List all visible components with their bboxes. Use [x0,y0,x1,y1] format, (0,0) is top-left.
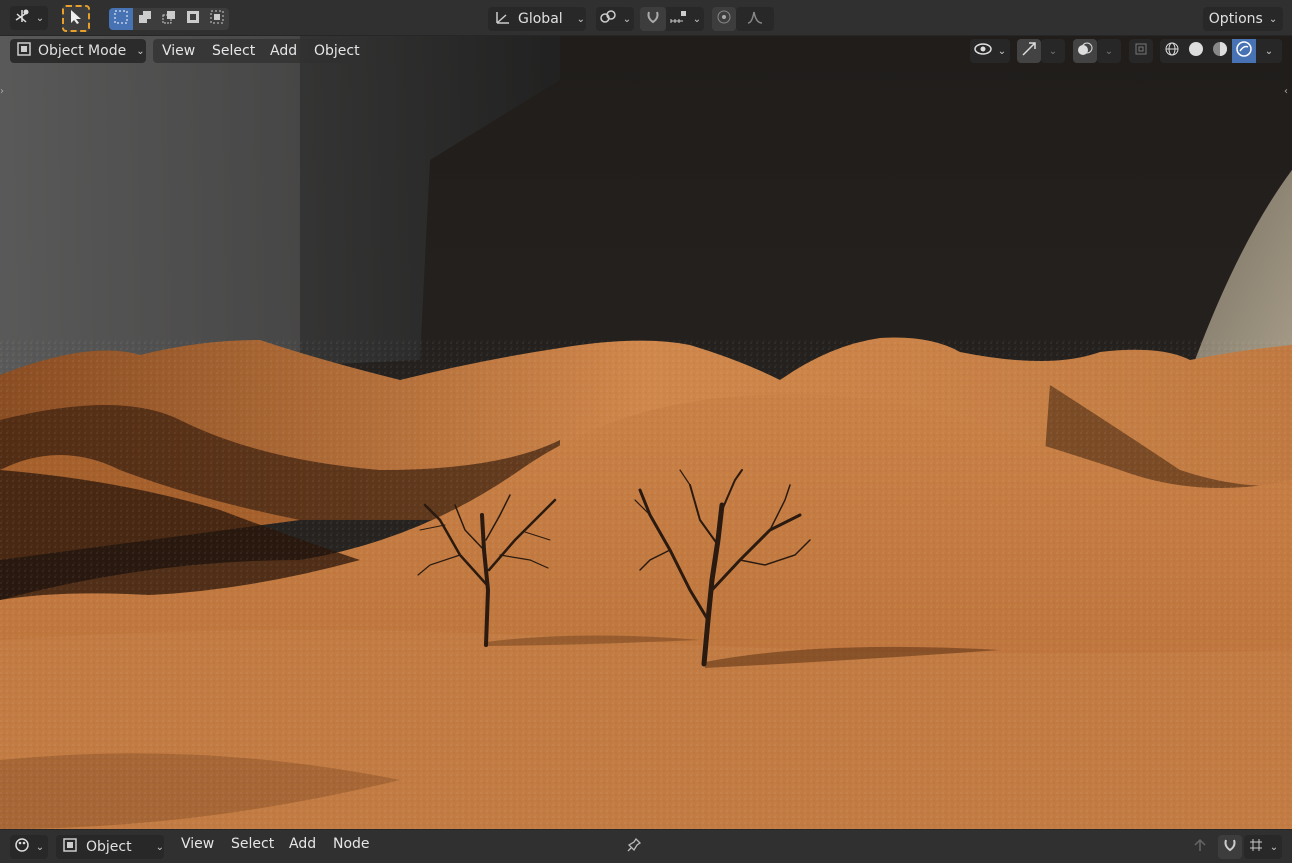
chevron-down-icon: ⌄ [1268,13,1278,25]
parent-node-tree-button[interactable] [1188,835,1212,859]
options-label: Options [1208,11,1263,27]
chevron-down-icon: ⌄ [622,13,632,25]
selection-extend-icon [137,9,153,29]
select-tool-button[interactable] [62,5,90,32]
chevron-down-icon: ⌄ [155,841,164,853]
chevron-down-icon: ⌄ [1269,841,1279,853]
chevron-down-icon: ⌄ [35,12,45,24]
options-dropdown[interactable]: Options ⌄ [1203,7,1283,31]
overlays-toggle[interactable] [1073,39,1097,63]
magnet-icon [1222,837,1238,857]
xray-toggle[interactable] [1129,39,1153,63]
shading-solid-button[interactable] [1184,39,1208,63]
select-intersect-button[interactable] [205,8,229,30]
select-invert-button[interactable] [181,8,205,30]
object-mode-icon [16,41,32,61]
menu-select[interactable]: Select [225,833,280,855]
proportional-edit-icon [716,9,732,29]
mode-label: Object Mode [38,43,127,59]
chevron-down-icon: ⌄ [692,13,702,25]
gizmo-toggle[interactable] [1017,39,1041,63]
editor-type-dropdown[interactable]: ⌄ [10,835,48,859]
transform-orientation-label: Global [518,11,563,27]
select-new-button[interactable] [109,8,133,30]
wireframe-icon [1164,41,1180,61]
visibility-dropdown[interactable]: ⌄ [970,39,1010,63]
overlays-dropdown[interactable]: ⌄ [1097,39,1121,63]
falloff-curve-icon [746,9,764,29]
shader-editor-icon [14,837,30,857]
magnet-icon [645,9,661,29]
menu-view[interactable]: View [154,39,203,63]
transform-gizmo-icon [14,8,30,28]
shading-wireframe-button[interactable] [1160,39,1184,63]
shading-rendered-button[interactable] [1232,39,1256,63]
select-extend-button[interactable] [133,8,157,30]
selection-intersect-icon [209,9,225,29]
cursor-arrow-icon [69,9,83,29]
orientation-icon [494,9,512,29]
snap-increment-icon [669,9,687,29]
chevron-down-icon: ⌄ [1048,45,1058,57]
tool-header: ⌄ Global ⌄ ⌄ ⌄ Options ⌄ [0,0,1292,36]
menu-add[interactable]: Add [262,39,305,63]
pin-toggle[interactable] [622,835,646,859]
gizmo-icon [1021,41,1037,61]
pivot-point-icon [599,9,617,29]
arrow-up-icon [1192,837,1208,857]
snap-target-dropdown[interactable]: ⌄ [666,7,704,31]
gizmo-dropdown[interactable]: ⌄ [1041,39,1065,63]
select-subtract-button[interactable] [157,8,181,30]
proportional-edit-toggle[interactable] [712,7,736,31]
proportional-falloff-dropdown[interactable] [736,7,774,31]
eye-icon [974,42,992,60]
pin-icon [626,837,642,857]
menu-add[interactable]: Add [283,833,322,855]
shading-dropdown[interactable]: ⌄ [1256,39,1282,63]
snap-toggle[interactable] [1218,835,1242,859]
menu-object[interactable]: Object [306,39,368,63]
editor-type-dropdown[interactable]: ⌄ [10,6,48,30]
xray-icon [1133,41,1149,61]
snap-element-dropdown[interactable]: ⌄ [1244,835,1282,859]
shader-type-label: Object [86,839,132,855]
rendered-icon [1236,41,1252,61]
viewport-render [0,36,1292,829]
shader-type-dropdown[interactable]: Object ⌄ [56,835,164,859]
solid-icon [1188,41,1204,61]
selection-subtract-icon [161,9,177,29]
chevron-down-icon: ⌄ [997,45,1007,57]
pivot-point-dropdown[interactable]: ⌄ [596,7,634,31]
chevron-down-icon: ⌄ [576,13,586,25]
mode-dropdown[interactable]: Object Mode ⌄ [10,39,146,63]
transform-orientation-dropdown[interactable]: Global ⌄ [488,7,586,31]
chevron-down-icon: ⌄ [136,45,145,57]
menu-node[interactable]: Node [327,833,376,855]
overlays-icon [1077,41,1093,61]
sidebar-toggle-arrow[interactable]: ‹ [1284,86,1292,102]
node-editor-header: ⌄ Object ⌄ View Select Add Node ⌄ [0,829,1292,863]
selection-box-icon [113,9,129,29]
toolbar-toggle-arrow[interactable]: › [0,86,8,102]
chevron-down-icon: ⌄ [1264,45,1274,57]
menu-select[interactable]: Select [204,39,263,63]
chevron-down-icon: ⌄ [35,841,45,853]
material-preview-icon [1212,41,1228,61]
shading-material-button[interactable] [1208,39,1232,63]
3d-viewport[interactable]: › ‹ [0,36,1292,829]
selection-invert-icon [185,9,201,29]
menu-view[interactable]: View [175,833,220,855]
snap-toggle[interactable] [640,7,666,31]
grid-snap-icon [1248,837,1264,857]
chevron-down-icon: ⌄ [1104,45,1114,57]
object-icon [62,837,78,857]
